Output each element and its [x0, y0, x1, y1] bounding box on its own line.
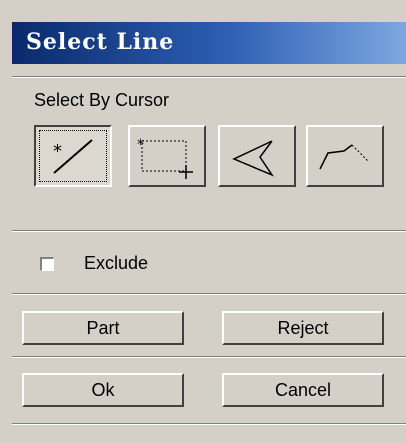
- box-select-button[interactable]: *: [128, 125, 206, 187]
- divider: [12, 423, 406, 425]
- box-select-icon: *: [137, 137, 193, 179]
- svg-text:*: *: [137, 137, 144, 153]
- single-line-pick-icon: *: [53, 139, 93, 174]
- exclude-checkbox[interactable]: [40, 257, 54, 271]
- reject-button[interactable]: Reject: [222, 311, 384, 345]
- svg-text:*: *: [53, 141, 62, 162]
- ok-button[interactable]: Ok: [22, 373, 184, 407]
- divider: [12, 293, 406, 295]
- cancel-button[interactable]: Cancel: [222, 373, 384, 407]
- select-line-dialog: Select Line Select By Cursor * * Exclude…: [0, 0, 406, 443]
- divider: [12, 76, 406, 78]
- polygon-select-icon: [232, 140, 275, 177]
- dialog-title: Select Line: [26, 29, 175, 55]
- divider: [12, 230, 406, 232]
- part-button[interactable]: Part: [22, 311, 184, 345]
- select-by-cursor-label: Select By Cursor: [34, 90, 170, 110]
- title-bar[interactable]: Select Line: [12, 22, 406, 64]
- single-line-pick-button[interactable]: *: [34, 125, 112, 187]
- exclude-label: Exclude: [84, 253, 149, 273]
- polyline-select-icon: [319, 144, 369, 170]
- polyline-select-button[interactable]: [306, 125, 384, 187]
- polygon-select-button[interactable]: [218, 125, 296, 187]
- divider: [12, 356, 406, 358]
